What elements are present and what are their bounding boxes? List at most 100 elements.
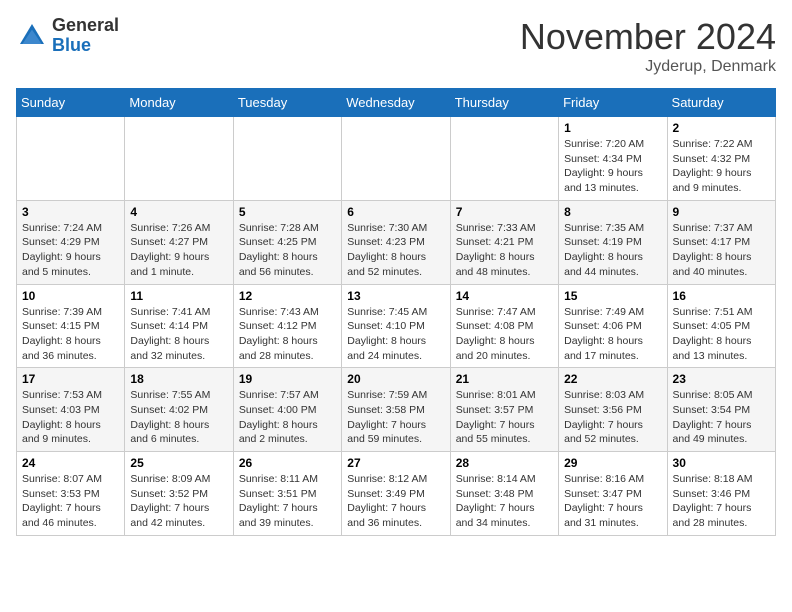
calendar-cell: 25 Sunrise: 8:09 AM Sunset: 3:52 PM Dayli… (125, 452, 233, 536)
day-number: 27 (347, 456, 444, 470)
day-info: Sunrise: 7:37 AM Sunset: 4:17 PM Dayligh… (673, 221, 770, 280)
day-number: 10 (22, 289, 119, 303)
day-info: Sunrise: 8:01 AM Sunset: 3:57 PM Dayligh… (456, 388, 553, 447)
header: General Blue November 2024 Jyderup, Denm… (16, 16, 776, 76)
calendar-cell: 19 Sunrise: 7:57 AM Sunset: 4:00 PM Dayli… (233, 368, 341, 452)
logo-general-text: General (52, 16, 119, 36)
calendar-cell: 27Sunrise: 8:12 AM Sunset: 3:49 PM Dayli… (342, 452, 450, 536)
day-info: Sunrise: 7:33 AM Sunset: 4:21 PM Dayligh… (456, 221, 553, 280)
calendar-cell: 3 Sunrise: 7:24 AM Sunset: 4:29 PM Daylig… (17, 200, 125, 284)
day-info: Sunrise: 8:09 AM Sunset: 3:52 PM Dayligh… (130, 472, 227, 531)
calendar-cell: 17 Sunrise: 7:53 AM Sunset: 4:03 PM Dayli… (17, 368, 125, 452)
day-number: 11 (130, 289, 227, 303)
day-info: Sunrise: 7:24 AM Sunset: 4:29 PM Dayligh… (22, 221, 119, 280)
day-info: Sunrise: 7:49 AM Sunset: 4:06 PM Dayligh… (564, 305, 661, 364)
calendar-cell (125, 117, 233, 201)
calendar-cell: 16 Sunrise: 7:51 AM Sunset: 4:05 PM Dayli… (667, 284, 775, 368)
day-info: Sunrise: 7:30 AM Sunset: 4:23 PM Dayligh… (347, 221, 444, 280)
calendar-cell: 11 Sunrise: 7:41 AM Sunset: 4:14 PM Dayli… (125, 284, 233, 368)
calendar-cell (233, 117, 341, 201)
day-info: Sunrise: 7:26 AM Sunset: 4:27 PM Dayligh… (130, 221, 227, 280)
day-number: 8 (564, 205, 661, 219)
day-info: Sunrise: 7:43 AM Sunset: 4:12 PM Dayligh… (239, 305, 336, 364)
calendar-cell: 1 Sunrise: 7:20 AM Sunset: 4:34 PM Daylig… (559, 117, 667, 201)
calendar-cell: 9 Sunrise: 7:37 AM Sunset: 4:17 PM Daylig… (667, 200, 775, 284)
calendar-cell: 15 Sunrise: 7:49 AM Sunset: 4:06 PM Dayli… (559, 284, 667, 368)
calendar-week-5: 24 Sunrise: 8:07 AM Sunset: 3:53 PM Dayli… (17, 452, 776, 536)
calendar-cell: 8 Sunrise: 7:35 AM Sunset: 4:19 PM Daylig… (559, 200, 667, 284)
title-area: November 2024 Jyderup, Denmark (520, 16, 776, 76)
calendar-week-2: 3 Sunrise: 7:24 AM Sunset: 4:29 PM Daylig… (17, 200, 776, 284)
header-friday: Friday (559, 89, 667, 117)
day-number: 13 (347, 289, 444, 303)
day-number: 20 (347, 372, 444, 386)
day-number: 3 (22, 205, 119, 219)
header-saturday: Saturday (667, 89, 775, 117)
day-number: 6 (347, 205, 444, 219)
logo: General Blue (16, 16, 119, 56)
calendar-cell: 4 Sunrise: 7:26 AM Sunset: 4:27 PM Daylig… (125, 200, 233, 284)
day-info: Sunrise: 7:47 AM Sunset: 4:08 PM Dayligh… (456, 305, 553, 364)
calendar-week-1: 1 Sunrise: 7:20 AM Sunset: 4:34 PM Daylig… (17, 117, 776, 201)
day-number: 5 (239, 205, 336, 219)
day-number: 29 (564, 456, 661, 470)
header-tuesday: Tuesday (233, 89, 341, 117)
calendar-cell: 5 Sunrise: 7:28 AM Sunset: 4:25 PM Daylig… (233, 200, 341, 284)
header-sunday: Sunday (17, 89, 125, 117)
calendar-header: Sunday Monday Tuesday Wednesday Thursday… (17, 89, 776, 117)
calendar-cell: 7 Sunrise: 7:33 AM Sunset: 4:21 PM Daylig… (450, 200, 558, 284)
day-number: 9 (673, 205, 770, 219)
day-number: 28 (456, 456, 553, 470)
calendar-cell (342, 117, 450, 201)
header-wednesday: Wednesday (342, 89, 450, 117)
calendar: Sunday Monday Tuesday Wednesday Thursday… (16, 88, 776, 536)
day-number: 19 (239, 372, 336, 386)
day-number: 25 (130, 456, 227, 470)
day-number: 2 (673, 121, 770, 135)
day-number: 26 (239, 456, 336, 470)
header-thursday: Thursday (450, 89, 558, 117)
day-info: Sunrise: 8:16 AM Sunset: 3:47 PM Dayligh… (564, 472, 661, 531)
day-number: 24 (22, 456, 119, 470)
day-info: Sunrise: 7:39 AM Sunset: 4:15 PM Dayligh… (22, 305, 119, 364)
calendar-cell: 20Sunrise: 7:59 AM Sunset: 3:58 PM Dayli… (342, 368, 450, 452)
day-number: 1 (564, 121, 661, 135)
calendar-cell: 21Sunrise: 8:01 AM Sunset: 3:57 PM Dayli… (450, 368, 558, 452)
calendar-cell: 14Sunrise: 7:47 AM Sunset: 4:08 PM Dayli… (450, 284, 558, 368)
calendar-cell: 2 Sunrise: 7:22 AM Sunset: 4:32 PM Daylig… (667, 117, 775, 201)
calendar-cell: 6 Sunrise: 7:30 AM Sunset: 4:23 PM Daylig… (342, 200, 450, 284)
day-info: Sunrise: 7:53 AM Sunset: 4:03 PM Dayligh… (22, 388, 119, 447)
calendar-cell: 28Sunrise: 8:14 AM Sunset: 3:48 PM Dayli… (450, 452, 558, 536)
calendar-cell: 30Sunrise: 8:18 AM Sunset: 3:46 PM Dayli… (667, 452, 775, 536)
location: Jyderup, Denmark (520, 58, 776, 76)
calendar-cell: 18Sunrise: 7:55 AM Sunset: 4:02 PM Dayli… (125, 368, 233, 452)
day-info: Sunrise: 7:45 AM Sunset: 4:10 PM Dayligh… (347, 305, 444, 364)
day-number: 18 (130, 372, 227, 386)
calendar-body: 1 Sunrise: 7:20 AM Sunset: 4:34 PM Daylig… (17, 117, 776, 536)
day-info: Sunrise: 8:07 AM Sunset: 3:53 PM Dayligh… (22, 472, 119, 531)
day-info: Sunrise: 7:22 AM Sunset: 4:32 PM Dayligh… (673, 137, 770, 196)
day-info: Sunrise: 7:57 AM Sunset: 4:00 PM Dayligh… (239, 388, 336, 447)
calendar-cell: 24 Sunrise: 8:07 AM Sunset: 3:53 PM Dayli… (17, 452, 125, 536)
calendar-week-4: 17 Sunrise: 7:53 AM Sunset: 4:03 PM Dayli… (17, 368, 776, 452)
header-row: Sunday Monday Tuesday Wednesday Thursday… (17, 89, 776, 117)
calendar-cell: 29 Sunrise: 8:16 AM Sunset: 3:47 PM Dayli… (559, 452, 667, 536)
day-info: Sunrise: 8:11 AM Sunset: 3:51 PM Dayligh… (239, 472, 336, 531)
day-info: Sunrise: 7:51 AM Sunset: 4:05 PM Dayligh… (673, 305, 770, 364)
day-info: Sunrise: 7:28 AM Sunset: 4:25 PM Dayligh… (239, 221, 336, 280)
day-info: Sunrise: 7:20 AM Sunset: 4:34 PM Dayligh… (564, 137, 661, 196)
day-number: 22 (564, 372, 661, 386)
day-info: Sunrise: 7:41 AM Sunset: 4:14 PM Dayligh… (130, 305, 227, 364)
day-number: 7 (456, 205, 553, 219)
day-info: Sunrise: 8:03 AM Sunset: 3:56 PM Dayligh… (564, 388, 661, 447)
day-info: Sunrise: 7:35 AM Sunset: 4:19 PM Dayligh… (564, 221, 661, 280)
calendar-cell: 23Sunrise: 8:05 AM Sunset: 3:54 PM Dayli… (667, 368, 775, 452)
calendar-cell: 22 Sunrise: 8:03 AM Sunset: 3:56 PM Dayli… (559, 368, 667, 452)
calendar-cell: 26 Sunrise: 8:11 AM Sunset: 3:51 PM Dayli… (233, 452, 341, 536)
calendar-cell: 13 Sunrise: 7:45 AM Sunset: 4:10 PM Dayli… (342, 284, 450, 368)
day-number: 15 (564, 289, 661, 303)
logo-icon (16, 20, 48, 52)
day-number: 16 (673, 289, 770, 303)
day-number: 4 (130, 205, 227, 219)
day-number: 17 (22, 372, 119, 386)
